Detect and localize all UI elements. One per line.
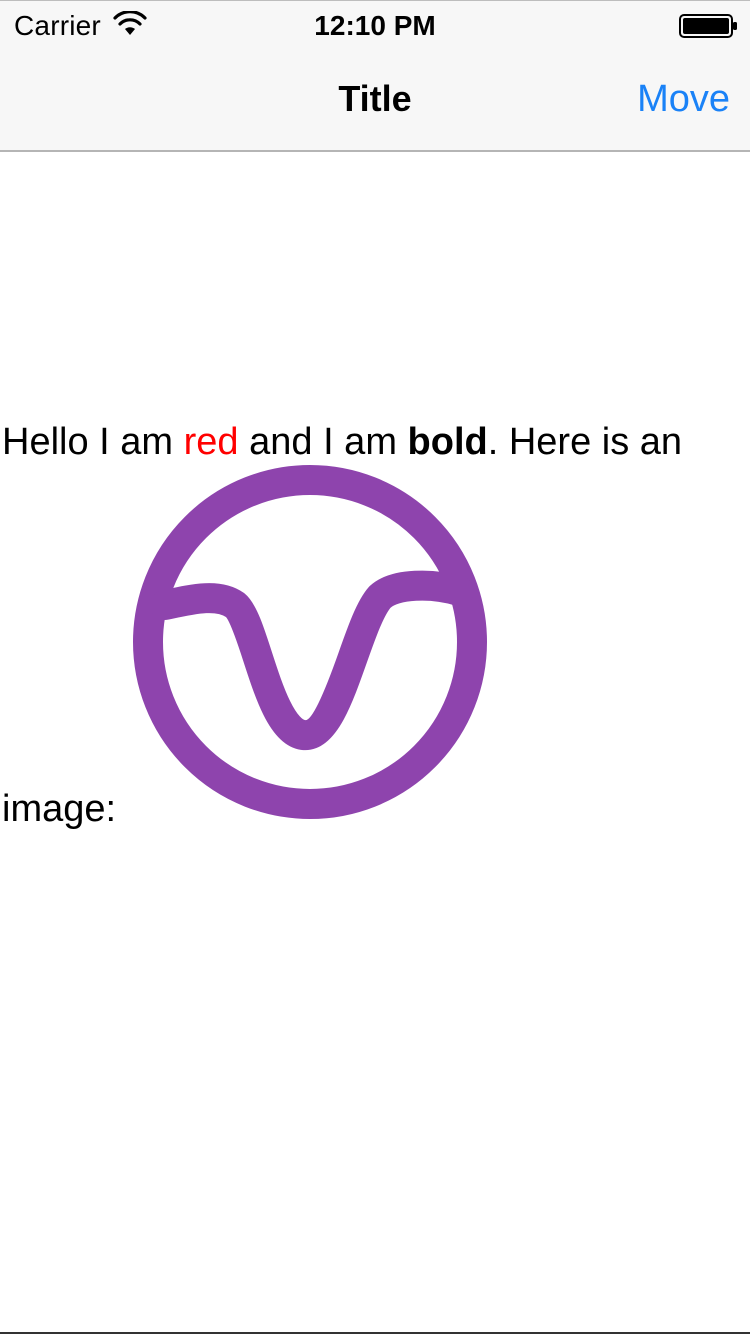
rich-text-line-1: Hello I am red and I am bold. Here is an [2,420,682,464]
red-text: red [183,421,239,463]
text-part-2: and I am [238,421,408,463]
status-bar: Carrier 12:10 PM [0,0,750,41]
content-area: Hello I am red and I am bold. Here is an… [0,152,750,1332]
text-part-3: . Here is an [487,421,683,463]
move-button[interactable]: Move [637,77,730,121]
rich-text-line-2: image: [2,788,117,830]
navigation-bar: Title Move [0,40,750,152]
battery-icon [679,14,737,38]
text-part-1: Hello I am [2,421,184,463]
purple-circle-logo-icon [133,465,487,819]
bold-text: bold [407,421,488,463]
status-time: 12:10 PM [314,10,436,41]
